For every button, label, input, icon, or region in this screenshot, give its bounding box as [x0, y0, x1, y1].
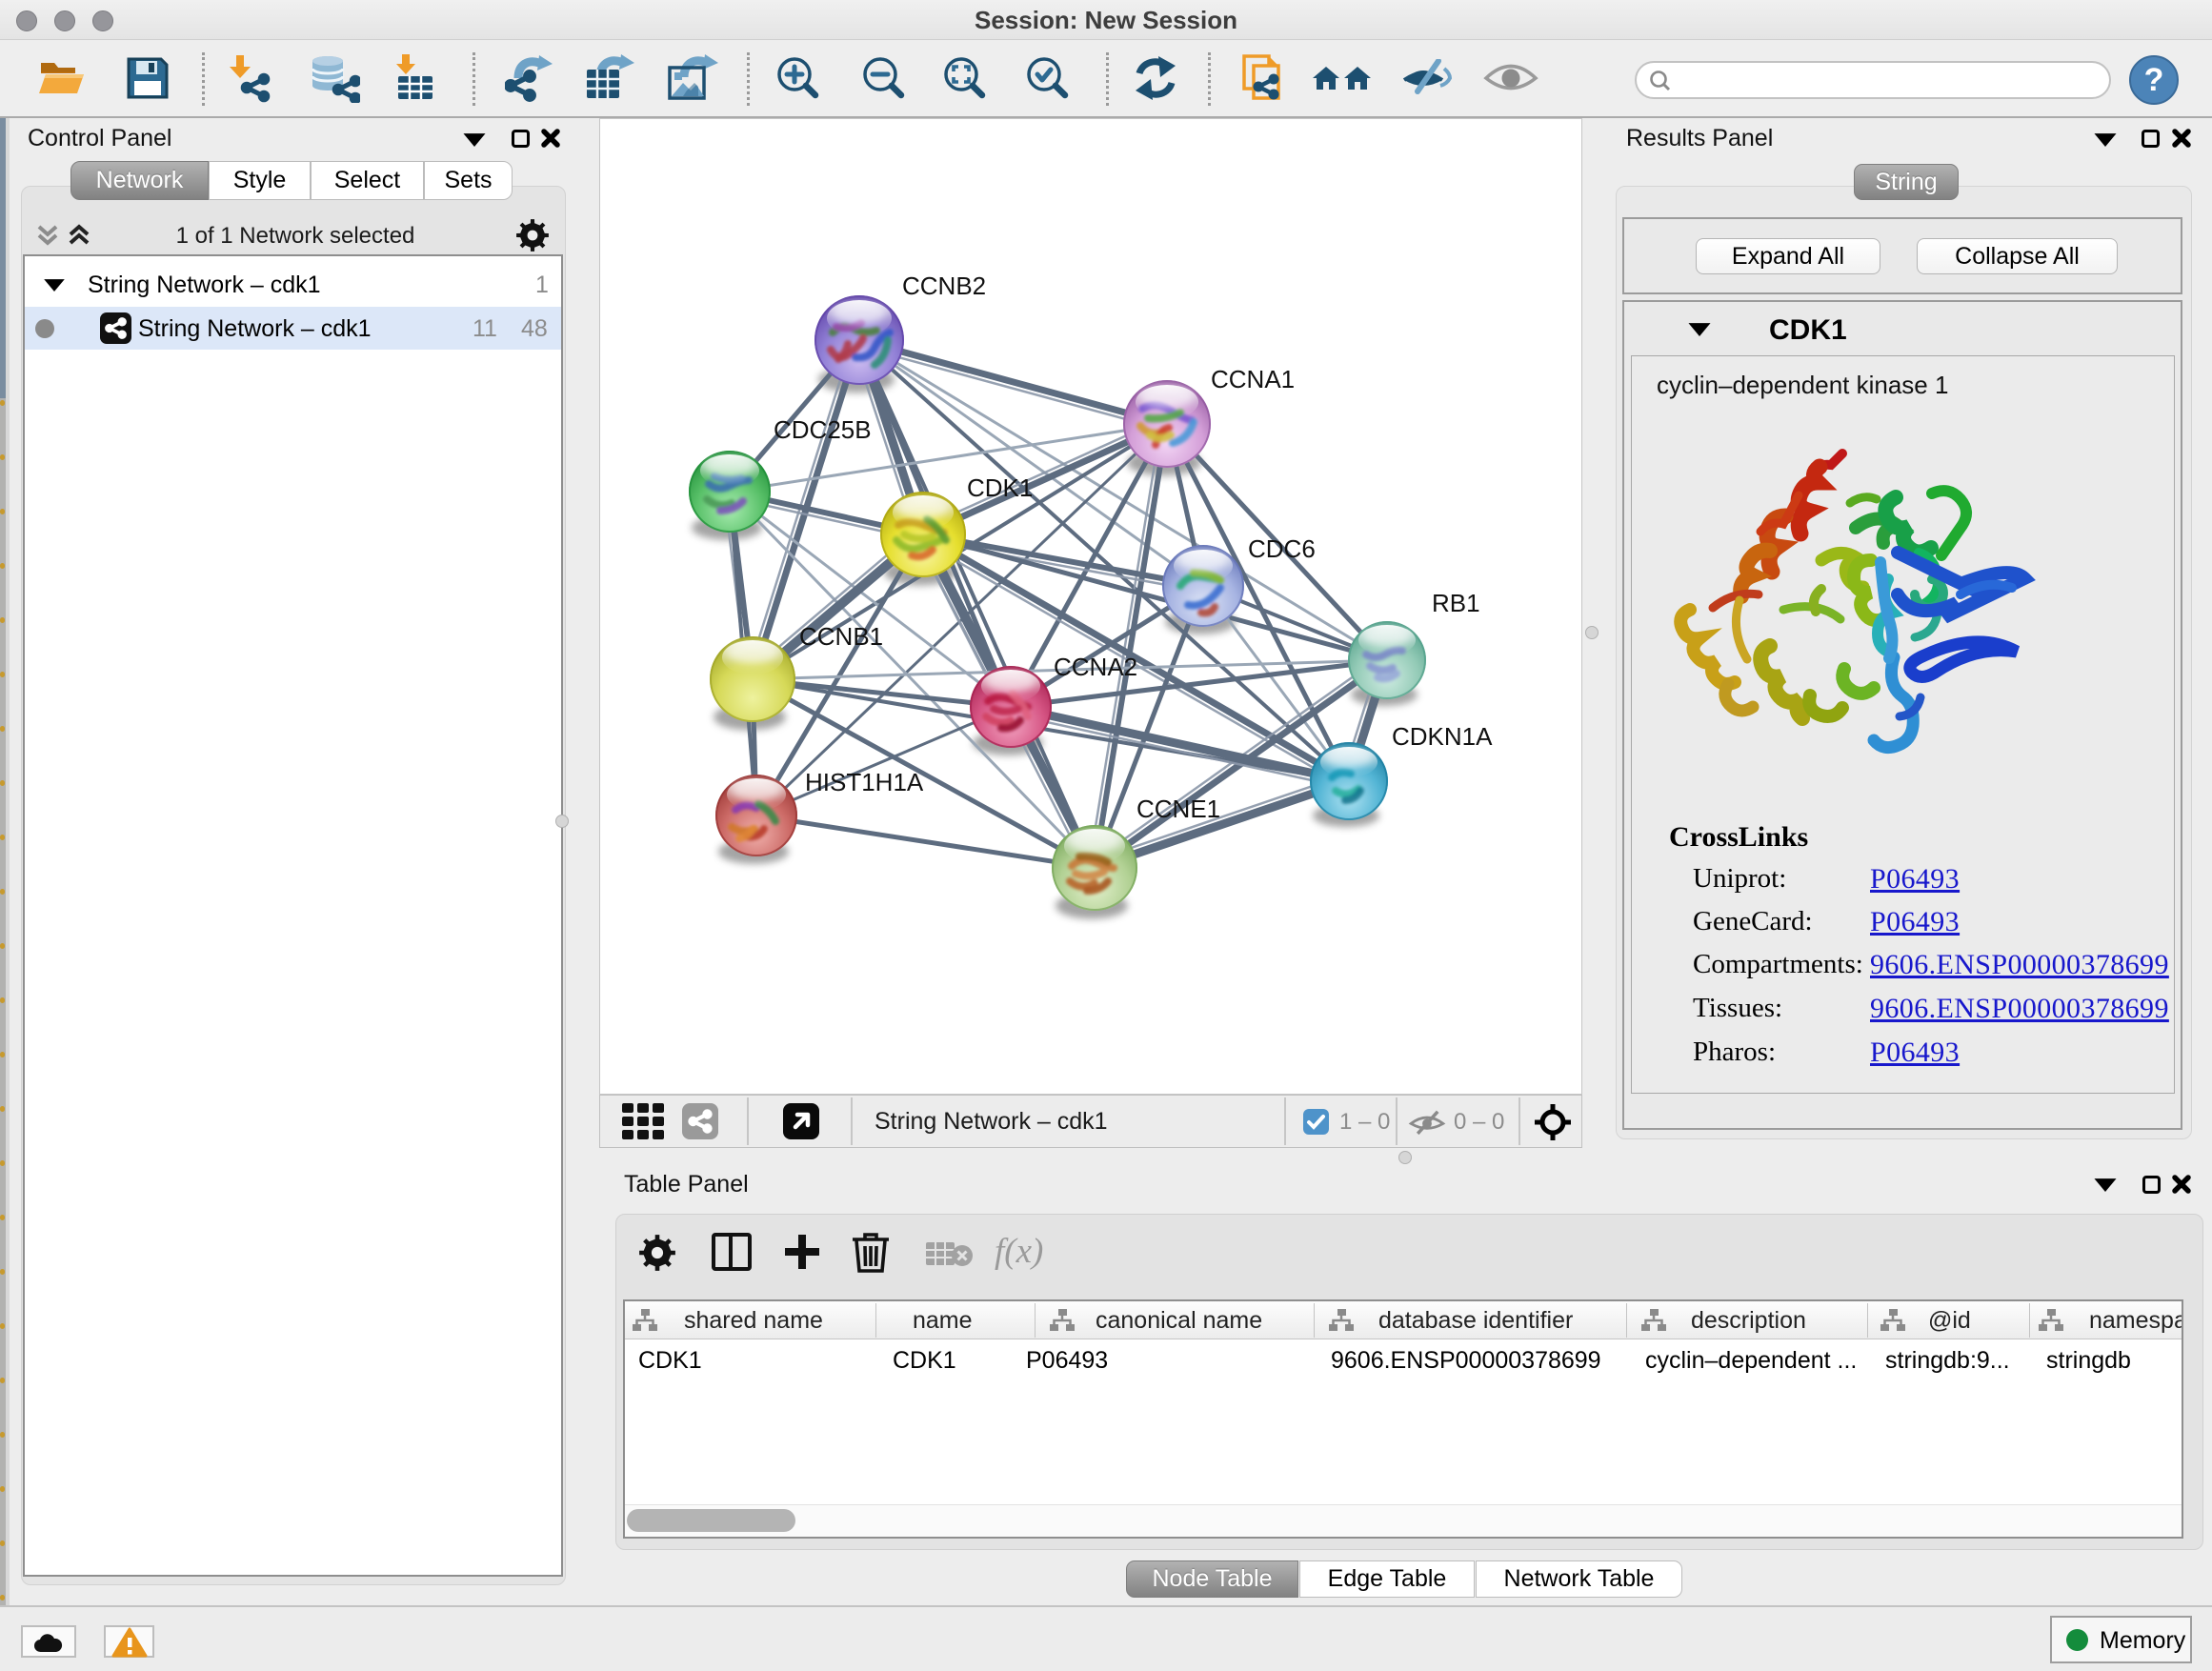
svg-text:CCNB2: CCNB2: [902, 272, 986, 300]
svg-text:CDK1: CDK1: [967, 473, 1033, 502]
svg-text:CDKN1A: CDKN1A: [1392, 722, 1493, 751]
svg-text:CDC6: CDC6: [1248, 534, 1316, 563]
svg-text:HIST1H1A: HIST1H1A: [805, 768, 924, 796]
svg-text:CCNA2: CCNA2: [1054, 653, 1137, 681]
svg-text:CCNA1: CCNA1: [1211, 365, 1295, 393]
svg-text:CDC25B: CDC25B: [774, 415, 872, 444]
svg-text:CCNE1: CCNE1: [1136, 795, 1220, 823]
svg-text:RB1: RB1: [1432, 589, 1480, 617]
svg-text:CCNB1: CCNB1: [799, 622, 883, 651]
